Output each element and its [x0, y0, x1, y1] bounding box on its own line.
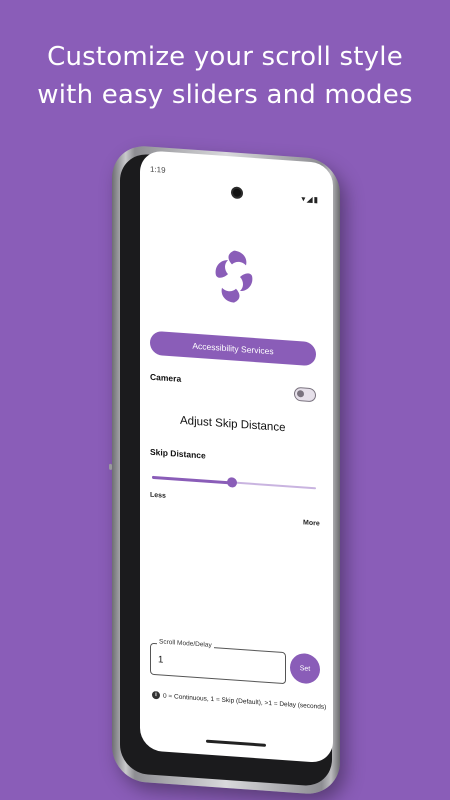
- skip-distance-slider[interactable]: [152, 471, 316, 494]
- slider-min-label: Less: [150, 491, 166, 500]
- side-button: [109, 463, 112, 470]
- app-logo-icon: [215, 250, 253, 303]
- headline: Customize your scroll style with easy sl…: [0, 38, 450, 114]
- scroll-mode-field-value[interactable]: 1: [158, 654, 163, 665]
- camera-label: Camera: [150, 371, 182, 384]
- adjust-skip-distance-title: Adjust Skip Distance: [180, 414, 286, 435]
- navigation-handle[interactable]: [206, 739, 266, 747]
- status-icons: ▾◢▮: [301, 194, 319, 205]
- headline-line-1: Customize your scroll style: [47, 42, 403, 72]
- status-time: 1:19: [150, 164, 166, 175]
- slider-thumb[interactable]: [227, 477, 237, 488]
- skip-distance-label: Skip Distance: [150, 446, 206, 461]
- front-camera: [231, 186, 243, 200]
- set-button[interactable]: Set: [290, 652, 320, 685]
- scroll-mode-field-label: Scroll Mode/Delay: [157, 638, 214, 650]
- scroll-mode-field[interactable]: Scroll Mode/Delay 1: [150, 638, 286, 685]
- toggle-knob: [297, 389, 304, 398]
- headline-line-2: with easy sliders and modes: [37, 80, 413, 110]
- scroll-mode-hint: i 0 = Continuous, 1 = Skip (Default), >1…: [152, 690, 327, 711]
- scroll-mode-hint-text: 0 = Continuous, 1 = Skip (Default), >1 =…: [163, 692, 327, 711]
- slider-active-track: [152, 475, 232, 485]
- slider-max-label: More: [303, 519, 320, 528]
- slider-inactive-track: [236, 481, 316, 490]
- accessibility-services-button[interactable]: Accessibility Services: [150, 330, 316, 367]
- info-icon: i: [152, 690, 160, 700]
- phone-screen: 1:19 ▾◢▮ Accessibility Services Camera A…: [140, 150, 333, 764]
- camera-toggle[interactable]: [294, 386, 316, 403]
